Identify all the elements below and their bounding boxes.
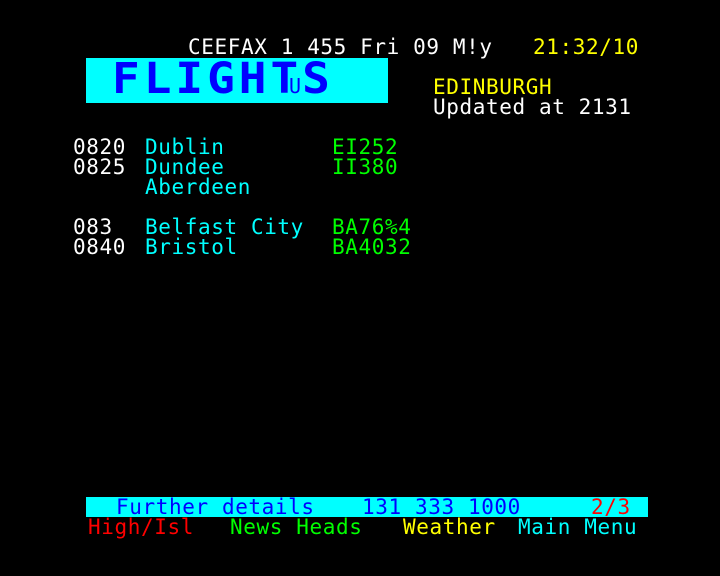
- fastext-red-link[interactable]: High/Isl: [88, 517, 194, 538]
- flights-logo: FLIGHTS U: [86, 56, 388, 103]
- flight-time: 0820: [73, 135, 126, 159]
- info-label: Further details: [116, 495, 315, 519]
- flight-destination: Dundee: [145, 155, 225, 179]
- flight-destination: Dublin: [145, 135, 225, 159]
- flight-time: 0840: [73, 235, 126, 259]
- fastext-green-link[interactable]: News Heads: [230, 517, 362, 538]
- flight-destination: Belfast City: [145, 215, 304, 239]
- flight-destination: Bristol: [145, 235, 238, 259]
- flight-destination: Aberdeen: [145, 175, 251, 199]
- page-counter: 2/3: [591, 495, 631, 519]
- flight-number: II380: [332, 155, 399, 179]
- logo-overlay-char: U: [288, 74, 303, 98]
- updated-time: Updated at 2131: [433, 95, 632, 119]
- flight-time: 083: [73, 215, 113, 239]
- flight-number: BA76%4: [332, 215, 412, 239]
- info-phone: 131 333 1000: [362, 495, 521, 519]
- flight-number: BA4032: [332, 235, 412, 259]
- clock: 21:32/10: [533, 35, 639, 59]
- flight-time: 0825: [73, 155, 126, 179]
- flight-number: EI252: [332, 135, 399, 159]
- fastext-cyan-link[interactable]: Main Menu: [518, 517, 637, 538]
- teletext-screen: CEEFAX 1 455 Fri 09 M!y 21:32/10 FLIGHTS…: [0, 0, 720, 576]
- airport-name: EDINBURGH: [433, 75, 553, 99]
- info-bar: Further details 131 333 1000 2/3: [86, 495, 648, 519]
- fastext-yellow-link[interactable]: Weather: [403, 517, 496, 538]
